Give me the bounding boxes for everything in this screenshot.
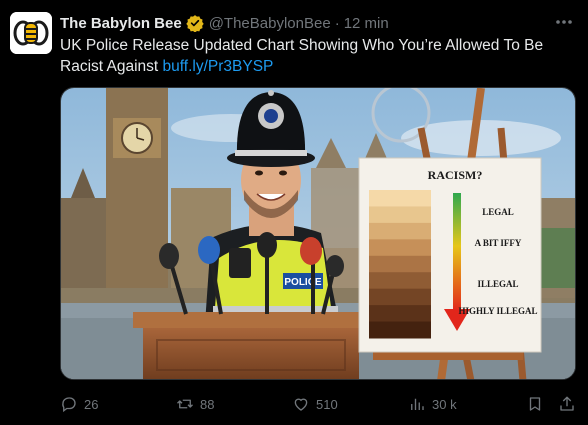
tweet: The Babylon Bee @TheBabylonBee · 12 min …	[0, 0, 588, 425]
heart-icon	[294, 398, 308, 411]
repost-button[interactable]: 88	[176, 392, 214, 416]
more-options-button[interactable]	[554, 12, 574, 37]
label-a-bit-iffy: A BIT IFFY	[475, 238, 522, 248]
chart-title: RACISM?	[428, 168, 483, 182]
swatch	[369, 255, 431, 273]
swatch	[369, 190, 431, 207]
display-name[interactable]: The Babylon Bee	[60, 15, 182, 32]
skin-tone-swatches	[369, 190, 431, 339]
swatch	[369, 239, 431, 257]
like-count: 510	[316, 396, 338, 412]
tweet-text: UK Police Release Updated Chart Showing …	[60, 35, 560, 77]
swatch	[369, 272, 431, 290]
press-conference-illustration: POLICE RACISM? LEGAL A BIT IFFY ILLEGAL …	[61, 88, 575, 379]
share-icon	[560, 396, 574, 411]
swatch	[369, 288, 431, 306]
separator-dot: ·	[334, 14, 340, 32]
reply-icon	[62, 397, 76, 413]
swatch	[369, 206, 431, 224]
tweet-body: UK Police Release Updated Chart Showing …	[60, 37, 544, 75]
more-icon	[556, 20, 572, 24]
babylon-bee-logo-icon	[10, 12, 52, 54]
like-button[interactable]: 510	[292, 392, 338, 416]
view-count: 30 k	[432, 396, 457, 412]
avatar[interactable]	[10, 12, 52, 54]
swatch	[369, 305, 431, 323]
reply-button[interactable]: 26	[60, 392, 98, 416]
bookmark-icon	[529, 397, 541, 411]
swatch	[369, 222, 431, 240]
label-legal: LEGAL	[482, 207, 514, 217]
vest-label: POLICE	[284, 277, 322, 288]
timestamp[interactable]: 12 min	[344, 15, 389, 32]
tweet-header: The Babylon Bee @TheBabylonBee · 12 min	[60, 13, 389, 33]
reply-count: 26	[84, 396, 99, 412]
label-illegal: ILLEGAL	[477, 279, 518, 289]
views-button[interactable]: 30 k	[408, 392, 457, 416]
verified-badge-icon	[186, 15, 204, 32]
action-bar: 26 88 510 30 k	[56, 392, 580, 416]
label-highly-illegal: HIGHLY ILLEGAL	[458, 306, 537, 316]
tweet-image[interactable]: POLICE RACISM? LEGAL A BIT IFFY ILLEGAL …	[60, 87, 576, 380]
swatch	[369, 321, 431, 339]
tweet-link[interactable]: buff.ly/Pr3BYSP	[163, 58, 274, 75]
share-button[interactable]	[558, 392, 582, 416]
views-chart-icon	[411, 398, 424, 410]
repost-icon	[177, 399, 193, 409]
repost-count: 88	[200, 396, 215, 412]
handle[interactable]: @TheBabylonBee	[209, 15, 331, 32]
bookmark-button[interactable]	[526, 392, 550, 416]
